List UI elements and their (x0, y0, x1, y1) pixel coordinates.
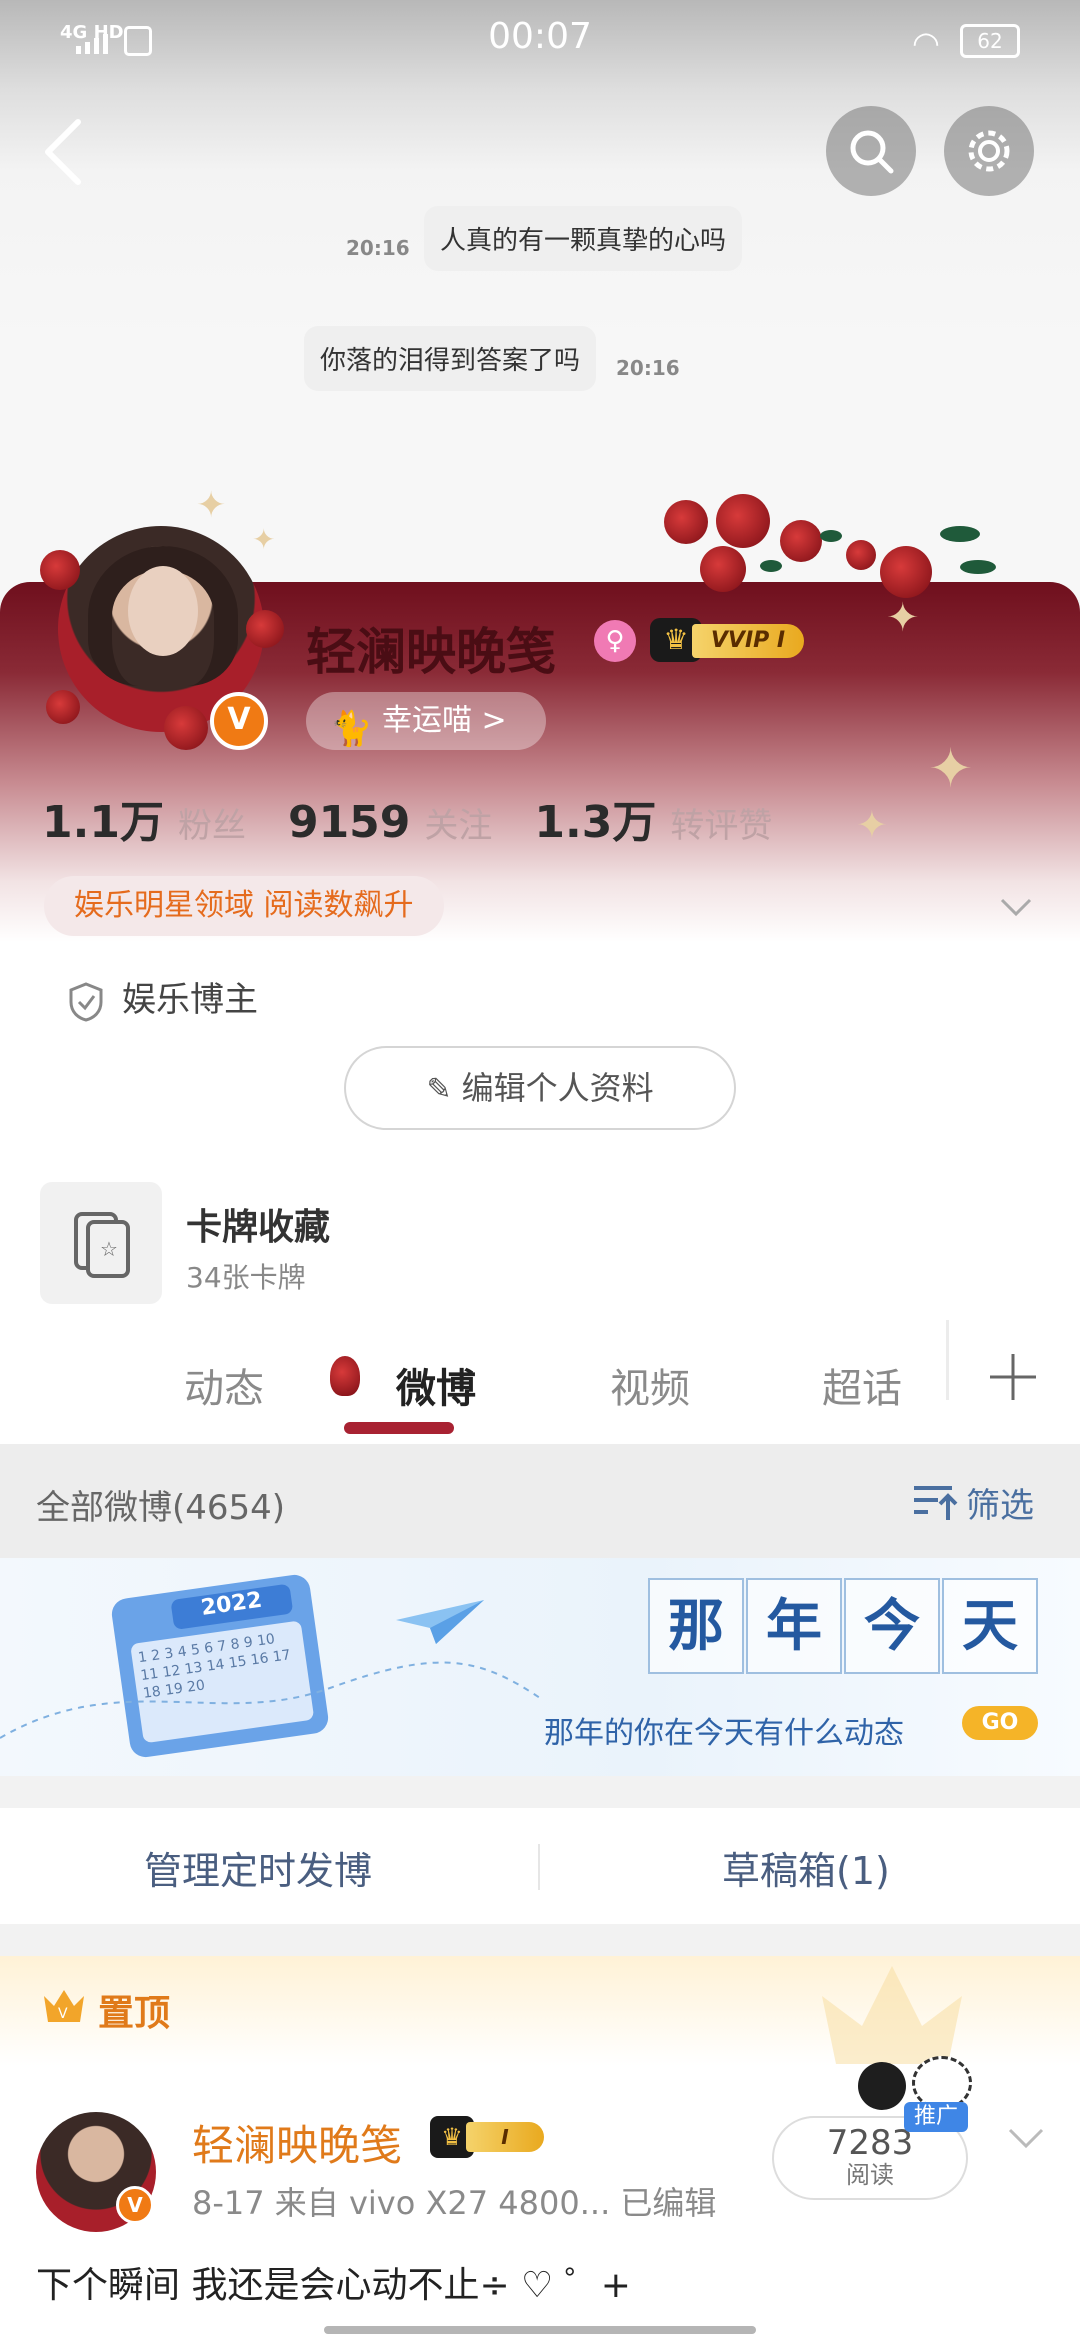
chevron-down-icon[interactable] (1006, 2124, 1046, 2154)
post-vip-badge[interactable]: ♛ I (430, 2116, 546, 2158)
stat-label: 转评赞 (670, 806, 773, 846)
svg-text:☆: ☆ (100, 1237, 118, 1261)
filter-label: 筛选 (966, 1486, 1034, 1526)
sparkle-icon: ✦ (856, 803, 888, 847)
pinned-label: 置顶 (98, 1993, 171, 2034)
chat-time: 20:16 (346, 236, 410, 260)
search-button[interactable] (826, 106, 916, 196)
profile-tabs: 动态 微博 视频 超话 (0, 1322, 1080, 1444)
weibo-total: 全部微博(4654) (36, 1488, 286, 1528)
tab-underline (344, 1422, 454, 1434)
edit-profile-label: 编辑个人资料 (461, 1069, 654, 1107)
tab-dynamic[interactable]: 动态 (184, 1356, 264, 1414)
banner-title: 那 年 今 天 (648, 1578, 1040, 1674)
stat-label: 关注 (424, 806, 493, 846)
filter-row: 全部微博(4654) 筛选 (0, 1444, 1080, 1558)
lucky-label: 幸运喵 > (382, 703, 507, 738)
banner-title-char: 那 (648, 1578, 744, 1674)
stat-following[interactable]: 9159 关注 (288, 797, 492, 848)
cat-icon: 🐈 (330, 709, 373, 749)
home-indicator (324, 2326, 756, 2334)
domain-tag[interactable]: 娱乐明星领域 阅读数飙升 (44, 876, 444, 936)
stat-fans[interactable]: 1.1万 粉丝 (42, 786, 246, 850)
lucky-cat-button[interactable]: 🐈 幸运喵 > (306, 692, 546, 750)
banner-title-char: 天 (942, 1578, 1038, 1674)
dashed-trail (0, 1661, 540, 1739)
back-arrow-icon (45, 119, 81, 185)
rose-tab-decoration (322, 1352, 372, 1412)
gear-icon (968, 130, 1010, 172)
filter-button[interactable]: 筛选 (912, 1472, 1052, 1528)
svg-text:V: V (58, 2006, 68, 2022)
scheduled-posts-button[interactable]: 管理定时发博 (144, 1840, 372, 1895)
go-button[interactable]: GO (962, 1706, 1038, 1740)
divider (538, 1844, 540, 1890)
wifi-icon: ◠ (912, 24, 940, 62)
pencil-icon: ✎ (426, 1072, 452, 1107)
post-vip-label: I (466, 2122, 544, 2152)
watermark-crown-icon (822, 1966, 962, 2064)
blogger-text: 娱乐博主 (122, 980, 258, 1020)
battery-icon: 62 (960, 24, 1020, 58)
back-button[interactable] (36, 112, 96, 192)
stat-label: 粉丝 (177, 806, 246, 846)
pinned-header: V 置顶 (0, 1956, 1080, 2066)
banner-title-char: 今 (844, 1578, 940, 1674)
stat-number: 9159 (287, 797, 411, 848)
promote-badge[interactable]: 推广 (904, 2102, 968, 2132)
stat-number: 1.3万 (534, 797, 657, 848)
chat-bubble: 人真的有一颗真挚的心吗 (424, 206, 743, 271)
stat-number: 1.1万 (42, 797, 164, 848)
card-collection-title: 卡牌收藏 (186, 1207, 331, 1248)
card-collection-icon: ☆ (40, 1182, 162, 1304)
status-bar: 4G HD 00:07 ◠ 62 (0, 0, 1080, 80)
banner-subtitle: 那年的你在今天有什么动态 (544, 1716, 904, 1751)
female-icon: ♀ (594, 620, 636, 662)
card-collection-count: 34张卡牌 (186, 1261, 306, 1294)
drafts-button[interactable]: 草稿箱(1) (722, 1840, 890, 1895)
plus-icon[interactable] (986, 1350, 1040, 1404)
mascot-illustration (858, 2062, 906, 2110)
banner-title-char: 年 (746, 1578, 842, 1674)
post-meta: 8-17 来自 vivo X27 4800... 已编辑 (192, 2184, 717, 2222)
sparkle-icon: ✦ (886, 595, 920, 641)
tab-weibo[interactable]: 微博 (396, 1356, 476, 1414)
shield-icon (69, 981, 103, 1022)
chat-bubble: 你落的泪得到答案了吗 (304, 326, 597, 391)
profile-name: 轻澜映晚笺 (306, 623, 556, 681)
tab-divider (946, 1320, 949, 1400)
verified-badge-icon: V (210, 692, 268, 750)
blogger-label: 娱乐博主 (68, 972, 258, 1022)
manage-row: 管理定时发博 草稿箱(1) (0, 1808, 1080, 1924)
search-icon (850, 130, 894, 174)
tab-video[interactable]: 视频 (610, 1356, 690, 1414)
post-author-name[interactable]: 轻澜映晚笺 (192, 2112, 402, 2173)
edit-profile-button[interactable]: ✎ 编辑个人资料 (344, 1046, 736, 1130)
vvip-label: VVIP I (692, 624, 804, 658)
read-label: 阅读 (846, 2161, 894, 2189)
vvip-badge[interactable]: ♛ VVIP I (650, 618, 810, 662)
chevron-down-icon[interactable] (996, 888, 1036, 928)
filter-icon (914, 1486, 958, 1520)
avatar[interactable]: V (40, 510, 284, 750)
post-text: 下个瞬间 我还是会心动不止÷ ♡ ゜+ (36, 2265, 631, 2306)
chat-time: 20:16 (616, 356, 680, 380)
sparkle-icon: ✦ (928, 737, 974, 800)
profile-stats: 1.1万 粉丝 9159 关注 1.3万 转评赞 (42, 786, 814, 850)
tab-super-topic[interactable]: 超话 (822, 1356, 902, 1414)
settings-button[interactable] (944, 106, 1034, 196)
stat-reposts[interactable]: 1.3万 转评赞 (534, 786, 772, 850)
verified-badge-icon: V (116, 2186, 154, 2224)
crown-icon: V (44, 1990, 84, 2022)
